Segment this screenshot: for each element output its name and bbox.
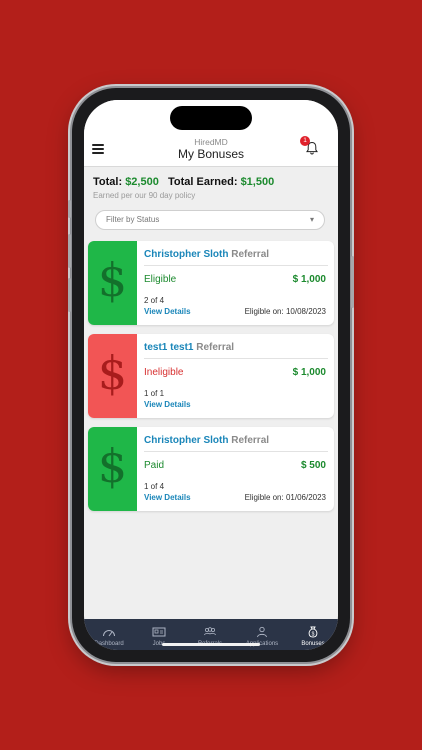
- bonus-card[interactable]: $ test1 test1 Referral Ineligible $ 1,00…: [88, 334, 334, 418]
- referral-name[interactable]: Christopher Sloth Referral: [144, 249, 269, 260]
- bonus-status: Eligible: [144, 274, 177, 285]
- total-earned-value: $1,500: [240, 176, 275, 188]
- referral-person: test1 test1: [144, 342, 194, 353]
- bonus-amount: $ 500: [300, 460, 326, 471]
- bonus-status-strip: $: [88, 334, 137, 418]
- dashboard-gauge-icon: [103, 630, 115, 637]
- filter-placeholder: Filter by Status: [106, 215, 160, 224]
- bonus-amount: $ 1,000: [292, 367, 326, 378]
- phone-frame: HiredMD My Bonuses 1 Total: $2,500 Total…: [68, 88, 354, 662]
- view-details-link[interactable]: View Details: [144, 307, 191, 316]
- jobs-id-card-icon: [152, 627, 166, 637]
- phone-volume-down: [68, 278, 71, 312]
- total-earned-label: Total Earned:: [168, 176, 238, 188]
- dynamic-island: [170, 106, 252, 130]
- view-details-link[interactable]: View Details: [144, 400, 191, 409]
- referral-name[interactable]: test1 test1 Referral: [144, 342, 234, 353]
- bonuses-money-bag-icon: $: [308, 626, 318, 638]
- notification-badge: 1: [300, 136, 310, 146]
- applications-person-icon: [257, 626, 267, 638]
- app-header: HiredMD My Bonuses 1: [84, 100, 338, 167]
- tab-label: Bonuses: [301, 641, 325, 647]
- bonus-summary: Total: $2,500 Total Earned: $1,500: [93, 176, 274, 188]
- referral-person: Christopher Sloth: [144, 249, 229, 260]
- view-details-link[interactable]: View Details: [144, 493, 191, 502]
- bonus-amount: $ 1,000: [292, 274, 326, 285]
- home-indicator[interactable]: [162, 643, 260, 646]
- bonus-count: 1 of 1: [144, 389, 165, 398]
- chevron-down-icon: ▾: [309, 215, 314, 224]
- phone-mute-switch: [68, 200, 71, 218]
- total-label: Total:: [93, 176, 123, 188]
- bonus-count: 1 of 4: [144, 482, 165, 491]
- dollar-icon: $: [97, 346, 128, 400]
- bonus-card[interactable]: $ Christopher Sloth Referral Paid $ 500 …: [88, 427, 334, 511]
- eligible-date: Eligible on: 01/06/2023: [244, 493, 326, 502]
- bonus-status-strip: $: [88, 241, 137, 325]
- bonus-status-strip: $: [88, 427, 137, 511]
- bonus-count: 2 of 4: [144, 296, 165, 305]
- card-divider: [144, 451, 328, 452]
- card-divider: [144, 265, 328, 266]
- phone-volume-up: [68, 234, 71, 268]
- bonus-card[interactable]: $ Christopher Sloth Referral Eligible $ …: [88, 241, 334, 325]
- tab-dashboard[interactable]: Dashboard: [84, 619, 134, 650]
- tab-label: Dashboard: [94, 641, 124, 647]
- policy-note: Earned per our 90 day policy: [93, 191, 196, 200]
- dollar-icon: $: [97, 439, 128, 493]
- referral-type: Referral: [231, 435, 270, 446]
- eligible-date: Eligible on: 10/08/2023: [244, 307, 326, 316]
- referral-type: Referral: [196, 342, 235, 353]
- referrals-people-icon: [204, 627, 216, 636]
- status-filter-select[interactable]: Filter by Status ▾: [95, 210, 325, 230]
- page-title: My Bonuses: [177, 147, 245, 161]
- total-value: $2,500: [125, 176, 159, 188]
- app-screen: HiredMD My Bonuses 1 Total: $2,500 Total…: [84, 100, 338, 650]
- dollar-icon: $: [97, 253, 128, 307]
- bonus-status: Ineligible: [144, 367, 184, 378]
- referral-name[interactable]: Christopher Sloth Referral: [144, 435, 269, 446]
- tab-bonuses[interactable]: $ Bonuses: [288, 619, 338, 650]
- bonus-status: Paid: [144, 460, 165, 471]
- referral-person: Christopher Sloth: [144, 435, 229, 446]
- referral-type: Referral: [231, 249, 270, 260]
- svg-text:$: $: [312, 632, 315, 638]
- card-divider: [144, 358, 328, 359]
- phone-power-button: [351, 256, 354, 308]
